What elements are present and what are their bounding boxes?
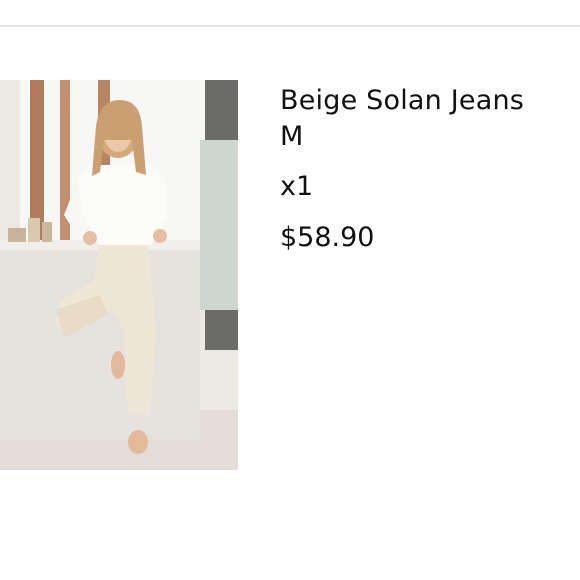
header-divider (0, 25, 580, 27)
product-image[interactable] (0, 80, 238, 470)
product-quantity: x1 (280, 171, 314, 202)
product-size: M (280, 121, 304, 152)
product-info: Beige Solan Jeans M x1 $58.90 (280, 84, 575, 255)
product-name[interactable]: Beige Solan Jeans (280, 84, 575, 118)
cart-item-page: Beige Solan Jeans M x1 $58.90 (0, 0, 580, 580)
product-price: $58.90 (280, 222, 375, 253)
